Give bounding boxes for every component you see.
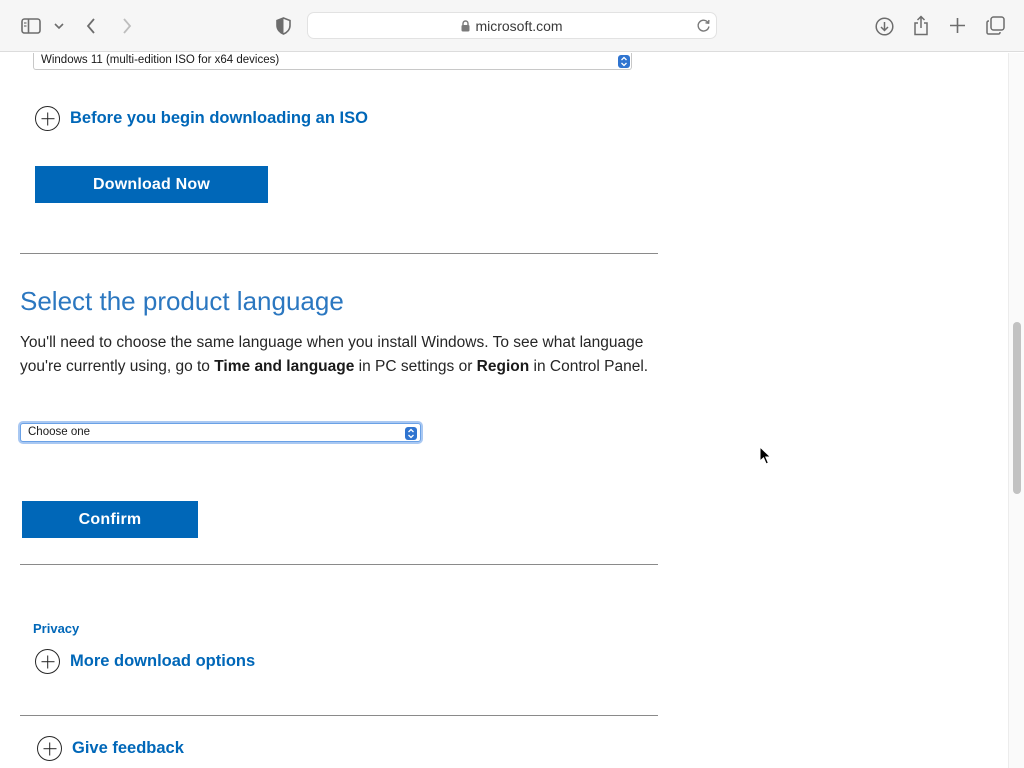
- language-select[interactable]: Choose one: [20, 423, 421, 442]
- before-you-begin-expander[interactable]: Before you begin downloading an ISO: [35, 106, 368, 131]
- select-arrows-icon: [618, 55, 630, 68]
- tab-overview-icon[interactable]: [985, 15, 1006, 36]
- desc-text: in Control Panel.: [529, 358, 649, 375]
- share-icon[interactable]: [912, 14, 930, 36]
- edition-select[interactable]: Windows 11 (multi-edition ISO for x64 de…: [33, 53, 632, 70]
- forward-icon[interactable]: [119, 15, 135, 37]
- section-divider: [20, 564, 658, 565]
- mouse-pointer-icon: [759, 445, 773, 471]
- language-select-value: Choose one: [28, 426, 91, 438]
- address-bar[interactable]: microsoft.com: [307, 12, 717, 39]
- lock-icon: [461, 19, 470, 32]
- address-text: microsoft.com: [475, 17, 563, 34]
- section-title: Select the product language: [20, 286, 344, 316]
- select-arrows-icon: [405, 427, 417, 440]
- section-divider: [20, 715, 658, 716]
- sidebar-toggle-icon[interactable]: [20, 16, 42, 36]
- before-you-begin-label: Before you begin downloading an ISO: [70, 109, 368, 127]
- scrollbar-thumb[interactable]: [1013, 322, 1021, 494]
- confirm-button[interactable]: Confirm: [22, 501, 198, 538]
- privacy-link[interactable]: Privacy: [33, 621, 79, 636]
- desc-bold-region: Region: [476, 358, 530, 375]
- give-feedback-expander[interactable]: Give feedback: [37, 736, 184, 761]
- new-tab-icon[interactable]: [948, 16, 967, 35]
- desc-text: in PC settings or: [354, 358, 477, 375]
- section-divider: [20, 253, 658, 254]
- downloads-icon[interactable]: [874, 16, 894, 36]
- download-now-button[interactable]: Download Now: [35, 166, 268, 203]
- section-description: You'll need to choose the same language …: [20, 331, 660, 379]
- chevron-down-icon[interactable]: [53, 20, 65, 32]
- plus-circle-icon: [35, 649, 60, 674]
- plus-circle-icon: [35, 106, 60, 131]
- plus-circle-icon: [37, 736, 62, 761]
- browser-toolbar: microsoft.com: [0, 0, 1024, 52]
- edition-select-value: Windows 11 (multi-edition ISO for x64 de…: [41, 54, 280, 66]
- desc-bold-time-language: Time and language: [214, 358, 355, 375]
- back-icon[interactable]: [83, 15, 99, 37]
- privacy-shield-icon[interactable]: [274, 16, 292, 36]
- give-feedback-label: Give feedback: [72, 739, 184, 757]
- more-download-options-label: More download options: [70, 652, 256, 670]
- reload-icon[interactable]: [696, 18, 711, 33]
- more-download-options-expander[interactable]: More download options: [35, 649, 255, 674]
